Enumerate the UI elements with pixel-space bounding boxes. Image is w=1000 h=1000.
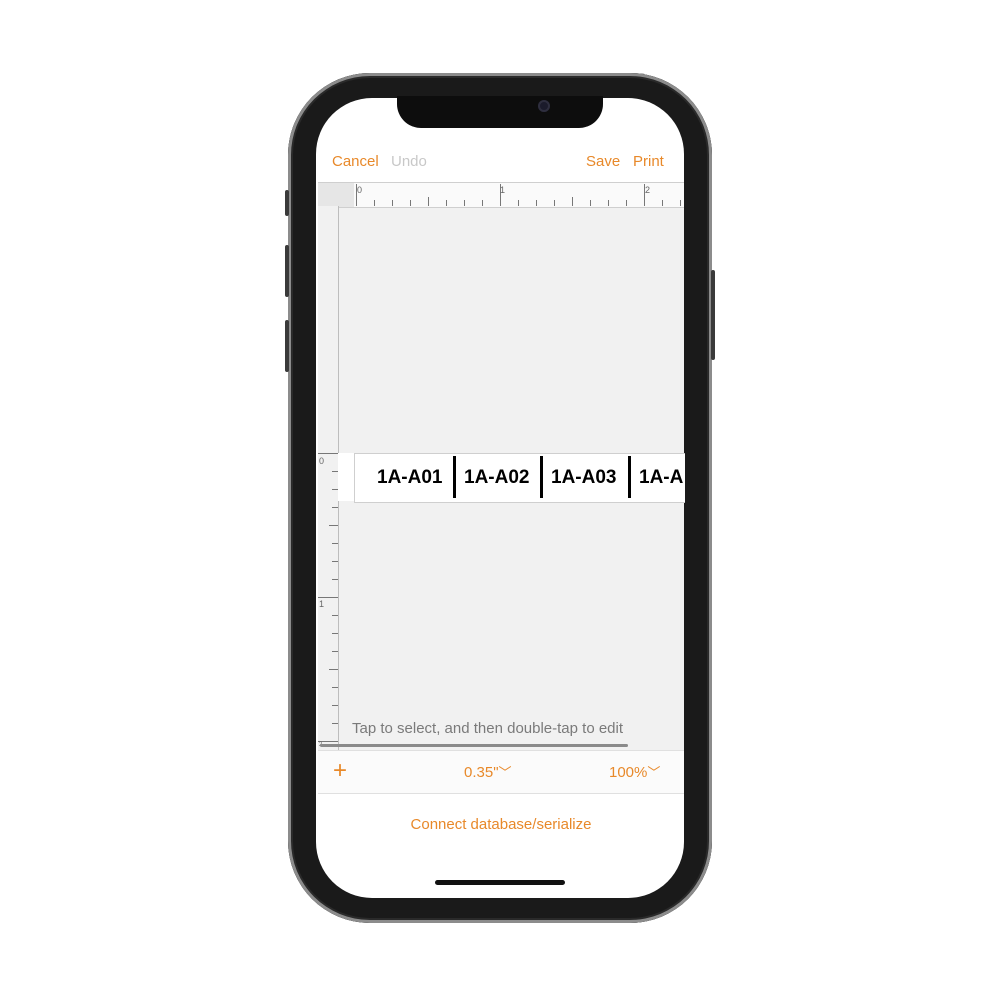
- ruler-tick: [392, 200, 393, 206]
- tape-width-selector[interactable]: 0.35"﹀: [464, 762, 512, 781]
- ruler-tick: [680, 200, 681, 206]
- ruler-left-number: 0: [319, 456, 325, 466]
- label-text[interactable]: 1A-A: [639, 462, 683, 494]
- connect-database-button[interactable]: Connect database/serialize: [318, 816, 684, 833]
- home-indicator: [435, 880, 565, 885]
- print-button[interactable]: Print: [633, 152, 664, 172]
- ruler-tick: [464, 200, 465, 206]
- volume-up-button: [285, 245, 289, 297]
- undo-button[interactable]: Undo: [391, 152, 427, 172]
- ruler-tick: [536, 200, 537, 206]
- label-separator: [628, 456, 631, 498]
- ruler-tick: [332, 543, 338, 544]
- edit-hint: Tap to select, and then double-tap to ed…: [352, 720, 624, 737]
- ruler-tick: [410, 200, 411, 206]
- ruler-left-number: 1: [319, 599, 325, 609]
- ruler-tick: [572, 197, 573, 206]
- zoom-selector[interactable]: 100%﹀: [609, 762, 660, 781]
- ruler-tick: [662, 200, 663, 206]
- label-tape[interactable]: 1A-A01 1A-A02 1A-A03 1A-A: [354, 453, 685, 503]
- ruler-tick: [332, 651, 338, 652]
- ruler-tick: [329, 669, 338, 670]
- ruler-tick: [332, 507, 338, 508]
- ruler-top-number: 2: [645, 185, 651, 195]
- ruler-tick: [374, 200, 375, 206]
- ruler-tick: [554, 200, 555, 206]
- ruler-top-number: 0: [357, 185, 363, 195]
- chevron-down-icon: ﹀: [498, 765, 512, 780]
- save-button[interactable]: Save: [586, 152, 620, 172]
- ruler-tick: [518, 200, 519, 206]
- ruler-tick: [332, 579, 338, 580]
- label-margin: [338, 453, 354, 501]
- ruler-tick: [329, 525, 338, 526]
- ruler-tick: [318, 453, 338, 454]
- volume-down-button: [285, 320, 289, 372]
- zoom-value: 100%: [609, 764, 648, 781]
- label-separator: [453, 456, 456, 498]
- ruler-tick: [332, 561, 338, 562]
- label-text[interactable]: 1A-A02: [464, 462, 529, 494]
- ruler-tick: [608, 200, 609, 206]
- add-object-button[interactable]: +: [333, 757, 347, 785]
- chevron-down-icon: ﹀: [647, 765, 661, 780]
- ruler-tick: [332, 633, 338, 634]
- ruler-tick: [318, 597, 338, 598]
- ruler-tick: [428, 197, 429, 206]
- label-text[interactable]: 1A-A01: [377, 462, 442, 494]
- silent-switch: [285, 190, 289, 216]
- ruler-top-number: 1: [500, 185, 506, 195]
- ruler-tick: [482, 200, 483, 206]
- ruler-corner: [318, 182, 354, 208]
- ruler-tick: [332, 687, 338, 688]
- left-ruler: [318, 206, 339, 750]
- ruler-tick: [332, 615, 338, 616]
- label-separator: [540, 456, 543, 498]
- horizontal-scrollbar[interactable]: [320, 744, 628, 747]
- ruler-tick: [332, 705, 338, 706]
- front-camera: [538, 100, 550, 112]
- ruler-tick: [332, 723, 338, 724]
- cancel-button[interactable]: Cancel: [332, 152, 379, 172]
- tape-width-value: 0.35": [464, 764, 499, 781]
- notch: [397, 96, 603, 128]
- label-text[interactable]: 1A-A03: [551, 462, 616, 494]
- ruler-tick: [626, 200, 627, 206]
- ruler-tick: [446, 200, 447, 206]
- power-button: [711, 270, 715, 360]
- ruler-tick: [590, 200, 591, 206]
